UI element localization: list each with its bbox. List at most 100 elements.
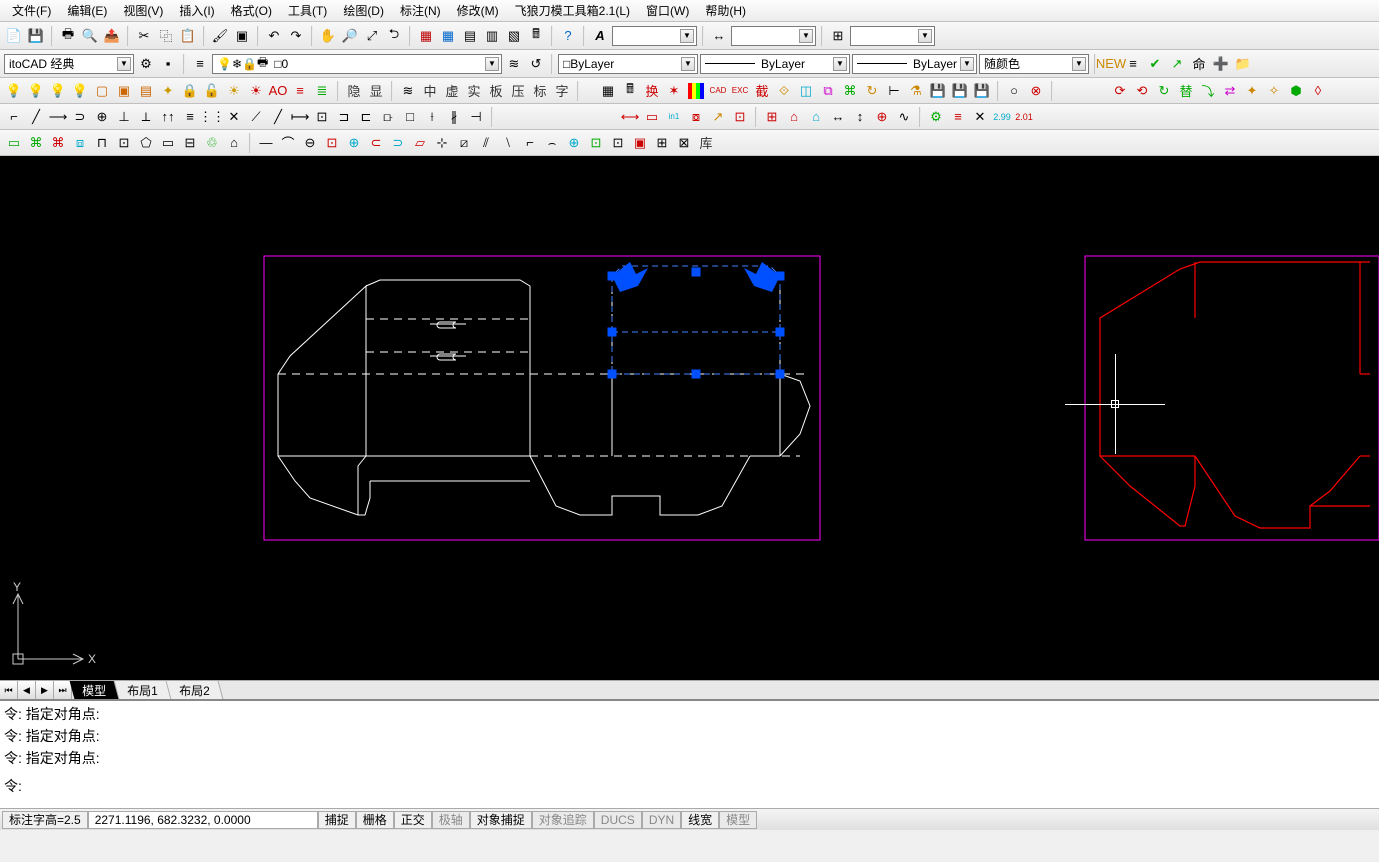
geo1-icon[interactable]: ⌐	[4, 107, 24, 127]
s28-icon[interactable]: ⊡	[608, 133, 628, 153]
sun2-icon[interactable]: ☀	[246, 81, 266, 101]
menu-format[interactable]: 格式(O)	[223, 0, 280, 21]
cjk-dash-btn[interactable]: 虚	[442, 81, 462, 101]
geo5-icon[interactable]: ⊕	[92, 107, 112, 127]
ar7-icon[interactable]: ∿	[894, 107, 914, 127]
dim2-icon[interactable]: ▭	[642, 107, 662, 127]
cmd-icon[interactable]: 命	[1189, 54, 1209, 74]
tab-layout2[interactable]: 布局2	[166, 681, 223, 699]
markup-icon[interactable]: ▧	[504, 26, 524, 46]
geo13-icon[interactable]: ╱	[268, 107, 288, 127]
calc-icon[interactable]: 🖩	[526, 26, 546, 46]
save-icon[interactable]: 💾	[26, 26, 46, 46]
m3-icon[interactable]: ✕	[970, 107, 990, 127]
edit-line-icon[interactable]: ↗	[1167, 54, 1187, 74]
ws-settings-icon[interactable]: ⚙	[136, 54, 156, 74]
tab-first-btn[interactable]: ⏮	[0, 681, 18, 699]
s16-icon[interactable]: ⊕	[344, 133, 364, 153]
drawing-area[interactable]: Y X	[0, 156, 1379, 680]
geo4-icon[interactable]: ⊃	[70, 107, 90, 127]
cjk-text-btn[interactable]: 字	[552, 81, 572, 101]
geo14-icon[interactable]: ⟼	[290, 107, 310, 127]
save3-icon[interactable]: 💾	[950, 81, 970, 101]
box2-icon[interactable]: ▣	[114, 81, 134, 101]
bulb3-icon[interactable]: 💡	[48, 81, 68, 101]
dim-style-icon[interactable]: ↔	[709, 26, 729, 46]
cjk-mid-btn[interactable]: 中	[420, 81, 440, 101]
menu-modify[interactable]: 修改(M)	[449, 0, 507, 21]
misc1-icon[interactable]: ⟐	[774, 81, 794, 101]
toggle-osnap[interactable]: 对象捕捉	[470, 811, 532, 829]
geo6-icon[interactable]: ⊥	[114, 107, 134, 127]
geo20-icon[interactable]: ⟊	[422, 107, 442, 127]
lines-icon[interactable]: ≣	[312, 81, 332, 101]
command-window[interactable]: 令: 指定对角点: 令: 指定对角点: 令: 指定对角点: 令:	[0, 700, 1379, 808]
p9-icon[interactable]: ◊	[1308, 81, 1328, 101]
layer-stack-icon[interactable]: ≡	[1123, 54, 1143, 74]
geo15-icon[interactable]: ⊡	[312, 107, 332, 127]
paste-icon[interactable]: 📋	[178, 26, 198, 46]
matchprop-icon[interactable]: 🖌	[210, 26, 230, 46]
ar5-icon[interactable]: ↕	[850, 107, 870, 127]
dim6-icon[interactable]: ⊡	[730, 107, 750, 127]
menu-window[interactable]: 窗口(W)	[638, 0, 697, 21]
props-icon[interactable]: ▦	[416, 26, 436, 46]
geo17-icon[interactable]: ⊏	[356, 107, 376, 127]
zoom-prev-icon[interactable]: ⮌	[384, 26, 404, 46]
print-icon[interactable]: 🖶	[58, 26, 78, 46]
geo18-icon[interactable]: ⟥	[378, 107, 398, 127]
style-combo[interactable]: ▼	[612, 26, 697, 46]
s21-icon[interactable]: ⧄	[454, 133, 474, 153]
s25-icon[interactable]: ⌢	[542, 133, 562, 153]
s4-icon[interactable]: ⧈	[70, 133, 90, 153]
bulb2-icon[interactable]: 💡	[26, 81, 46, 101]
tablestyle-combo[interactable]: ▼	[850, 26, 935, 46]
cjk-swap-btn[interactable]: 换	[642, 81, 662, 101]
ao-icon[interactable]: AO	[268, 81, 288, 101]
dimstyle-combo[interactable]: ▼	[731, 26, 816, 46]
s14-icon[interactable]: ⊖	[300, 133, 320, 153]
toggle-lwt[interactable]: 线宽	[681, 811, 719, 829]
new-layer-icon[interactable]: NEW	[1101, 54, 1121, 74]
folder-icon[interactable]: 📁	[1233, 54, 1253, 74]
preview-icon[interactable]: 🔍	[80, 26, 100, 46]
tab-model[interactable]: 模型	[70, 681, 120, 699]
m1-icon[interactable]: ⚙	[926, 107, 946, 127]
s10-icon[interactable]: ♲	[202, 133, 222, 153]
color-combo[interactable]: □ByLayer▼	[558, 54, 698, 74]
s2-icon[interactable]: ⌘	[26, 133, 46, 153]
hide-btn[interactable]: 隐	[344, 81, 364, 101]
cjk-press-btn[interactable]: 压	[508, 81, 528, 101]
geo7-icon[interactable]: ⟂	[136, 107, 156, 127]
misc3-icon[interactable]: ⧉	[818, 81, 838, 101]
s23-icon[interactable]: ⧵	[498, 133, 518, 153]
s29-icon[interactable]: ▣	[630, 133, 650, 153]
menu-help[interactable]: 帮助(H)	[697, 0, 754, 21]
geo12-icon[interactable]: ⟋	[246, 107, 266, 127]
m2-icon[interactable]: ≡	[948, 107, 968, 127]
save4-icon[interactable]: 💾	[972, 81, 992, 101]
m5-icon[interactable]: 2.01	[1014, 107, 1034, 127]
toggle-dyn[interactable]: DYN	[642, 811, 681, 829]
p7-icon[interactable]: ✧	[1264, 81, 1284, 101]
cut-icon[interactable]: ✂	[134, 26, 154, 46]
s1-icon[interactable]: ▭	[4, 133, 24, 153]
s11-icon[interactable]: ⌂	[224, 133, 244, 153]
misc2-icon[interactable]: ◫	[796, 81, 816, 101]
cjk-cut-btn[interactable]: 截	[752, 81, 772, 101]
s13-icon[interactable]: ⌒	[278, 133, 298, 153]
ar6-icon[interactable]: ⊕	[872, 107, 892, 127]
cjk-lib-btn[interactable]: 库	[696, 133, 716, 153]
menu-plugin[interactable]: 飞狼刀模工具箱2.1(L)	[507, 0, 638, 21]
ar1-icon[interactable]: ⊞	[762, 107, 782, 127]
circle2-icon[interactable]: ⊗	[1026, 81, 1046, 101]
dim1-icon[interactable]: ⟷	[620, 107, 640, 127]
show-btn[interactable]: 显	[366, 81, 386, 101]
p5-icon[interactable]: ⇄	[1220, 81, 1240, 101]
geo2-icon[interactable]: ╱	[26, 107, 46, 127]
geo11-icon[interactable]: ✕	[224, 107, 244, 127]
lock-icon[interactable]: 🔒	[180, 81, 200, 101]
layer-combo[interactable]: 💡❄🔒🖶 □0 ▼	[212, 54, 502, 74]
layer-mgr-icon[interactable]: ≡	[190, 54, 210, 74]
tool-palette-icon[interactable]: ▤	[460, 26, 480, 46]
